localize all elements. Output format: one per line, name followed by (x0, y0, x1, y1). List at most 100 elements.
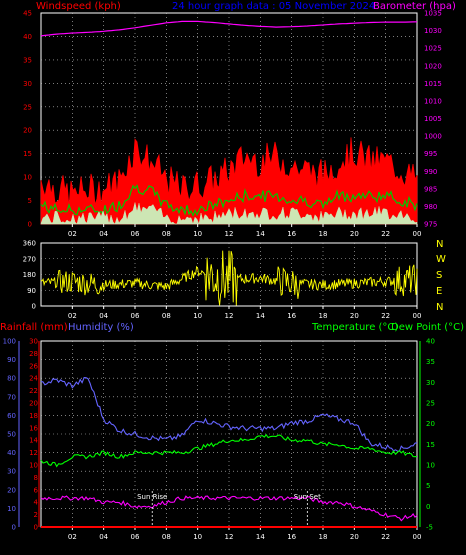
wind-panel-xtick-label: 12 (225, 230, 234, 238)
humidity-line (40, 377, 418, 452)
wind-panel-ytick-label: 0 (28, 221, 32, 229)
chart-title: 24 hour graph data : 05 November 2024 (172, 1, 375, 12)
barometer-panel-ytick-label: 1005 (424, 115, 442, 123)
compass-letter-w: W (436, 254, 446, 265)
wind-panel-xtick-label: 06 (131, 230, 140, 238)
wind-panel-ytick-label: 10 (23, 174, 32, 182)
wind-panel-ytick-label: 30 (23, 80, 32, 88)
barometer-panel-ytick-label: 995 (424, 150, 437, 158)
rainfall-axis-ytick-label: 14 (29, 437, 38, 445)
direction-panel-ytick-label: 90 (27, 287, 36, 295)
weather-graphs: Windspeed (kph) 24 hour graph data : 05 … (0, 0, 466, 555)
humidity-axis-ytick-label: 50 (7, 431, 16, 439)
humidity-axis-ytick-label: 10 (7, 505, 16, 513)
direction-panel-ytick-label: 180 (23, 271, 36, 279)
dew-point-axis-label: Dew Point (°C) (391, 322, 464, 333)
humidity-axis-ytick-label: 0 (12, 524, 16, 532)
barometer-panel-ytick-label: 990 (424, 168, 437, 176)
wind-panel-xtick-label: 04 (99, 230, 108, 238)
direction-panel-xtick-label: 18 (319, 312, 328, 320)
rainfall-axis-ytick-label: 6 (34, 486, 39, 494)
rainfall-axis-ytick-label: 24 (29, 375, 38, 383)
compass-letter-s: S (436, 270, 442, 281)
weather-panel-xtick-label: 22 (381, 533, 390, 541)
rainfall-axis-ytick-label: 8 (34, 474, 38, 482)
weather-panel-xtick-label: 12 (225, 533, 234, 541)
temperature-axis-ytick-label: 20 (426, 420, 435, 428)
temperature-axis-ytick-label: 10 (426, 462, 435, 470)
humidity-axis-ytick-label: 40 (7, 449, 16, 457)
direction-panel-xtick-label: 20 (350, 312, 359, 320)
weather-panel-xtick-label: 04 (99, 533, 108, 541)
wind-panel-ytick-label: 45 (23, 10, 32, 18)
rainfall-axis-ytick-label: 4 (34, 499, 39, 507)
direction-panel-xtick-label: 04 (99, 312, 108, 320)
wind-panel-ytick-label: 5 (28, 197, 32, 205)
barometer-panel-ytick-label: 1025 (424, 45, 442, 53)
wind-panel-ytick-label: 15 (23, 150, 32, 158)
wind-panel-xtick-label: 10 (193, 230, 202, 238)
wind-panel-xtick-label: 08 (162, 230, 171, 238)
direction-panel-xtick-label: 14 (256, 312, 265, 320)
weather-chart-svg: Windspeed (kph) 24 hour graph data : 05 … (0, 1, 464, 542)
wind-panel-ytick-label: 35 (23, 56, 32, 64)
direction-panel-ytick-label: 0 (32, 303, 36, 311)
temperature-axis-ytick-label: 5 (426, 482, 430, 490)
windspeed-axis-label: Windspeed (kph) (36, 1, 121, 12)
barometer-panel-ytick-label: 975 (424, 221, 437, 229)
wind-panel-xtick-label: 22 (381, 230, 390, 238)
rainfall-axis-ytick-label: 0 (34, 524, 38, 532)
humidity-axis-ytick-label: 20 (7, 486, 16, 494)
barometer-panel-ytick-label: 1030 (424, 27, 442, 35)
temperature-axis-ytick-label: 0 (426, 503, 430, 511)
rainfall-axis-label: Rainfall (mm) (0, 322, 68, 333)
weather-panel-xtick-label: 02 (68, 533, 77, 541)
direction-panel-ytick-label: 270 (23, 255, 36, 263)
rainfall-axis-ytick-label: 16 (29, 424, 38, 432)
direction-panel-xtick-label: 22 (381, 312, 390, 320)
weather-panel-xtick-label: 14 (256, 533, 265, 541)
rainfall-axis-ytick-label: 26 (29, 362, 38, 370)
temperature-axis-ytick-label: 40 (426, 338, 435, 346)
humidity-axis-ytick-label: 70 (7, 393, 16, 401)
temperature-axis-ytick-label: 25 (426, 400, 435, 408)
direction-panel-xtick-label: 10 (193, 312, 202, 320)
weather-panel-xtick-label: 00 (413, 533, 422, 541)
barometer-panel-ytick-label: 980 (424, 203, 437, 211)
weather-panel-xtick-label: 08 (162, 533, 171, 541)
weather-panel-xtick-label: 10 (193, 533, 202, 541)
barometer-panel-ytick-label: 1015 (424, 80, 442, 88)
wind-panel-xtick-label: 02 (68, 230, 77, 238)
barometer-panel-ytick-label: 1010 (424, 97, 442, 105)
humidity-axis-label: Humidity (%) (68, 322, 134, 333)
sun-set-label: Sun Set (294, 493, 321, 501)
humidity-axis-ytick-label: 90 (7, 356, 16, 364)
humidity-axis-ytick-label: 80 (7, 375, 16, 383)
barometer-panel-ytick-label: 985 (424, 185, 437, 193)
temperature-axis-ytick-label: 30 (426, 379, 435, 387)
temperature-axis-ytick-label: -5 (426, 524, 433, 532)
sun-rise-label: Sun Rise (137, 493, 167, 501)
rainfall-axis-ytick-label: 12 (29, 449, 38, 457)
rainfall-axis-ytick-label: 28 (29, 350, 38, 358)
rainfall-axis-ytick-label: 2 (34, 511, 38, 519)
humidity-axis-ytick-label: 100 (3, 338, 16, 346)
wind-panel-ytick-label: 25 (23, 103, 32, 111)
wind-panel-ytick-label: 20 (23, 127, 32, 135)
wind-panel-xtick-label: 00 (413, 230, 422, 238)
weather-panel-xtick-label: 16 (287, 533, 296, 541)
temperature-axis-label: Temperature (°C) (311, 322, 398, 333)
direction-panel-xtick-label: 02 (68, 312, 77, 320)
temperature-axis-ytick-label: 15 (426, 441, 435, 449)
chart-marks: 0510152025303540459759809859909951000100… (3, 10, 442, 542)
wind-panel-xtick-label: 20 (350, 230, 359, 238)
barometer-panel-ytick-label: 1000 (424, 133, 442, 141)
barometer-panel-ytick-label: 1020 (424, 62, 442, 70)
wind-panel-xtick-label: 18 (319, 230, 328, 238)
direction-panel-xtick-label: 00 (413, 312, 422, 320)
humidity-axis-ytick-label: 30 (7, 468, 16, 476)
compass-letter-n-top: N (436, 239, 443, 250)
direction-panel-xtick-label: 06 (131, 312, 140, 320)
direction-panel-xtick-label: 12 (225, 312, 234, 320)
rainfall-axis-ytick-label: 30 (29, 338, 38, 346)
